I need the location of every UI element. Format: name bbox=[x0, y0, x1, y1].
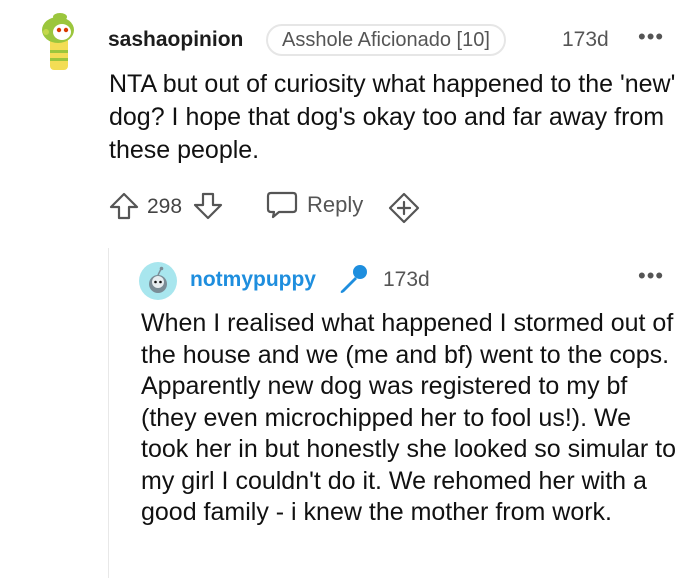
downvote-button[interactable] bbox=[192, 190, 224, 227]
upvote-button[interactable] bbox=[108, 190, 140, 227]
microphone-icon bbox=[340, 265, 367, 293]
reply-author[interactable]: notmypuppy bbox=[190, 268, 316, 292]
user-flair: Asshole Aficionado [10] bbox=[266, 24, 506, 56]
comment-author[interactable]: sashaopinion bbox=[108, 28, 243, 52]
snoo-avatar-icon bbox=[139, 262, 177, 300]
reply-body: When I realised what happened I stormed … bbox=[141, 309, 677, 526]
avatar[interactable] bbox=[38, 10, 78, 72]
award-button[interactable] bbox=[387, 191, 421, 230]
reply-timestamp[interactable]: 173d bbox=[383, 268, 430, 292]
reply-more-options-button[interactable]: ••• bbox=[638, 263, 664, 289]
flair-text: Asshole Aficionado [10] bbox=[282, 29, 490, 51]
thread-line[interactable] bbox=[108, 248, 109, 578]
vote-score: 298 bbox=[147, 195, 183, 218]
reply-button[interactable]: Reply bbox=[265, 189, 363, 221]
more-options-button[interactable]: ••• bbox=[638, 24, 664, 50]
reply-bubble-icon bbox=[266, 191, 298, 219]
op-mic-badge bbox=[336, 262, 370, 301]
snoo-avatar-icon bbox=[42, 13, 74, 70]
reply-avatar[interactable] bbox=[139, 262, 177, 300]
add-award-icon bbox=[388, 192, 420, 224]
downvote-arrow-icon bbox=[193, 192, 223, 220]
reply-label: Reply bbox=[307, 192, 364, 217]
upvote-arrow-icon bbox=[109, 192, 139, 220]
comment-timestamp[interactable]: 173d bbox=[562, 28, 609, 52]
comment-body: NTA but out of curiosity what happened t… bbox=[109, 70, 676, 164]
